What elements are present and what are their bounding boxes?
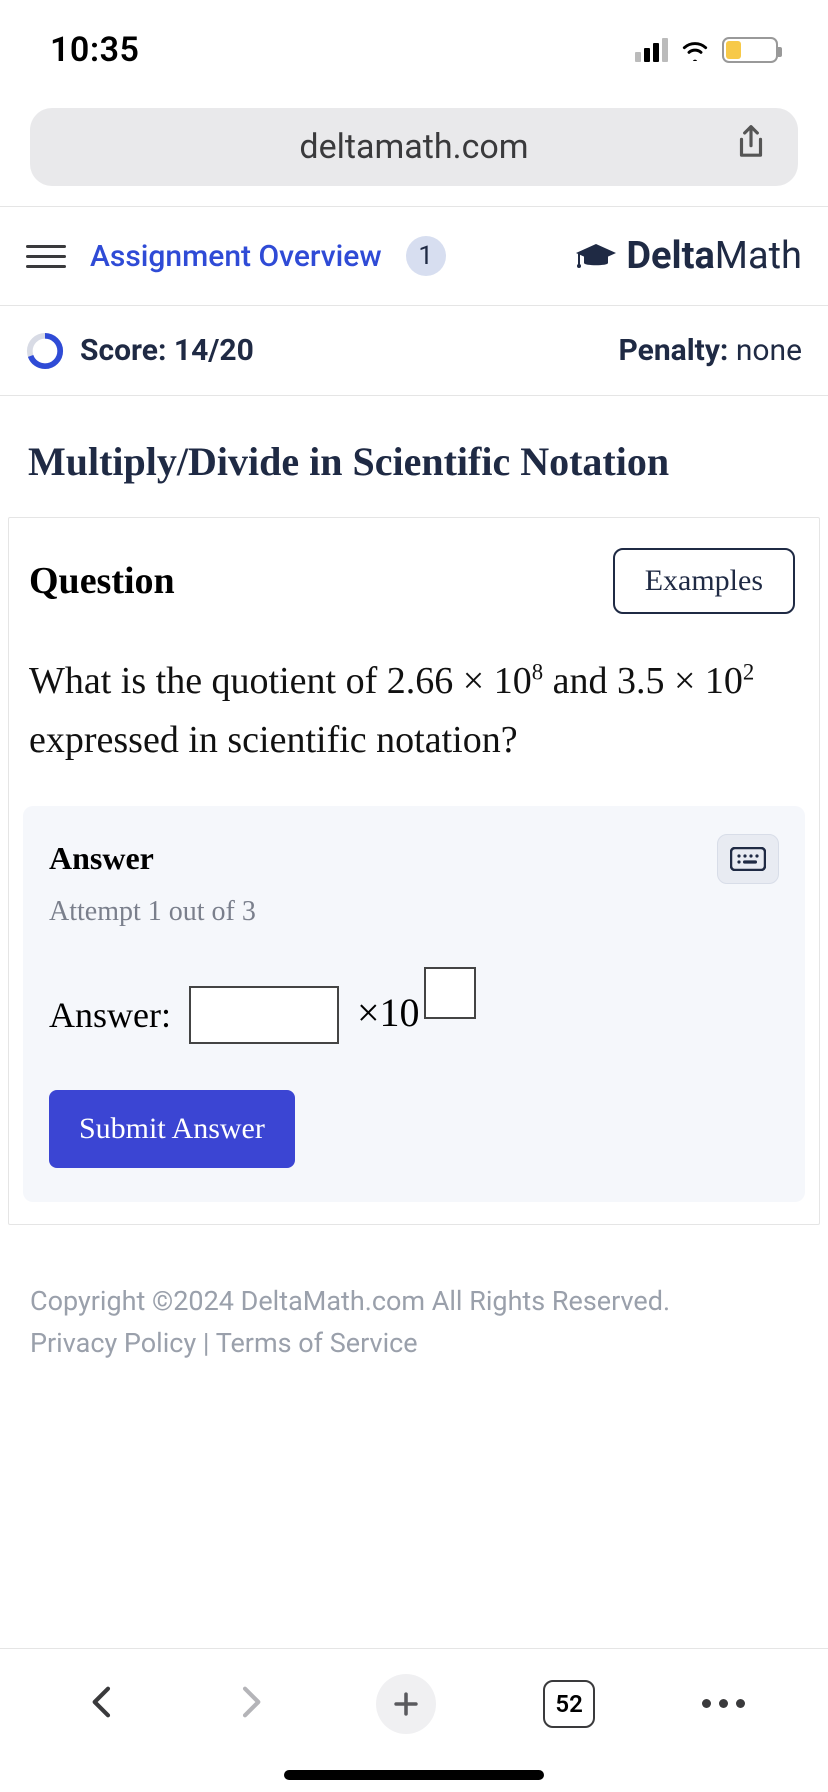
cellular-signal-icon [635, 38, 668, 62]
share-button[interactable] [732, 124, 770, 171]
times-ten-label: ×10 [357, 989, 420, 1036]
progress-ring-icon [26, 332, 64, 370]
home-indicator [0, 1758, 828, 1792]
chevron-right-icon [230, 1682, 270, 1722]
url-domain: deltamath.com [299, 127, 528, 167]
wifi-icon [678, 30, 712, 70]
privacy-policy-link[interactable]: Privacy Policy [30, 1327, 196, 1359]
question-heading: Question [29, 559, 175, 603]
graduation-cap-icon [574, 241, 618, 271]
keyboard-button[interactable] [717, 834, 779, 884]
section-title: Multiply/Divide in Scientific Notation [0, 396, 828, 517]
assignment-overview-link[interactable]: Assignment Overview [90, 239, 382, 274]
browser-url-bar-container: deltamath.com [0, 100, 828, 206]
penalty-label: Penalty: none [619, 333, 802, 368]
status-bar: 10:35 [0, 0, 828, 100]
answer-box: Answer Attempt 1 out of 3 Answer: ×10 Su… [23, 806, 805, 1202]
chevron-left-icon [83, 1682, 123, 1722]
examples-button[interactable]: Examples [613, 548, 795, 614]
answer-label: Answer: [49, 994, 171, 1036]
app-header: Assignment Overview 1 DeltaMath [0, 206, 828, 306]
more-button[interactable] [702, 1699, 745, 1708]
share-icon [732, 124, 770, 162]
brand-logo[interactable]: DeltaMath [574, 234, 802, 278]
hamburger-icon [26, 245, 66, 248]
browser-toolbar: 52 [0, 1648, 828, 1758]
new-tab-button[interactable] [376, 1674, 436, 1734]
plus-icon [389, 1687, 423, 1721]
brand-text-bold: Delta [626, 234, 714, 278]
brand-text: Math [715, 234, 802, 278]
answer-input-line: Answer: ×10 [49, 986, 779, 1044]
exponent-input[interactable] [424, 967, 476, 1019]
copyright-text: Copyright ©2024 DeltaMath.com All Rights… [0, 1225, 828, 1321]
forward-button[interactable] [230, 1682, 270, 1726]
answer-heading: Answer [49, 840, 154, 877]
footer-links: Privacy Policy | Terms of Service [0, 1321, 828, 1377]
keyboard-icon [730, 847, 766, 871]
score-row: Score: 14/20 Penalty: none [0, 306, 828, 396]
question-card: Question Examples What is the quotient o… [8, 517, 820, 1225]
submit-answer-button[interactable]: Submit Answer [49, 1090, 295, 1168]
coefficient-input[interactable] [189, 986, 339, 1044]
tabs-button[interactable]: 52 [543, 1680, 595, 1728]
status-time: 10:35 [50, 30, 139, 70]
terms-of-service-link[interactable]: Terms of Service [216, 1327, 418, 1359]
notification-badge: 1 [406, 236, 446, 276]
more-horizontal-icon [702, 1699, 745, 1708]
score-label: Score: 14/20 [80, 333, 254, 368]
browser-url-bar[interactable]: deltamath.com [30, 108, 798, 186]
battery-icon [722, 37, 778, 63]
question-text: What is the quotient of 2.66 × 108 and 3… [9, 638, 819, 800]
menu-button[interactable] [26, 236, 66, 276]
tab-count: 52 [555, 1690, 582, 1718]
attempt-counter: Attempt 1 out of 3 [49, 896, 779, 928]
back-button[interactable] [83, 1682, 123, 1726]
status-indicators [635, 30, 778, 70]
